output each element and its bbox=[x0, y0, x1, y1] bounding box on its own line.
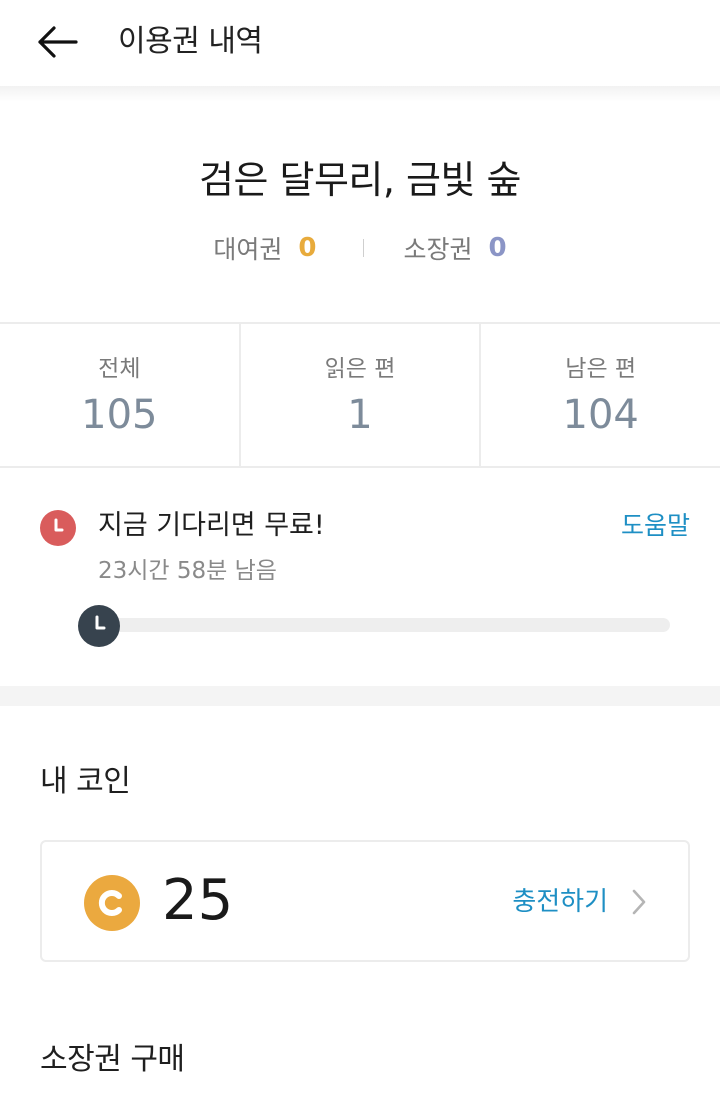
owned-ticket: 소장권 0 bbox=[404, 230, 507, 266]
header-shadow bbox=[0, 86, 720, 102]
progress-clock-icon bbox=[78, 605, 120, 647]
rental-ticket-count: 0 bbox=[298, 233, 317, 263]
stat-value: 1 bbox=[347, 392, 373, 438]
section-divider bbox=[0, 686, 720, 706]
stat-read: 읽은 편 1 bbox=[238, 324, 480, 466]
coin-balance-card: 25 충전하기 bbox=[40, 840, 690, 962]
charge-label: 충전하기 bbox=[512, 887, 608, 917]
stat-label: 읽은 편 bbox=[324, 356, 396, 382]
charge-button[interactable]: 충전하기 bbox=[512, 880, 648, 924]
chevron-right-icon bbox=[632, 889, 646, 915]
clock-icon bbox=[40, 510, 76, 546]
wait-free-section: 지금 기다리면 무료! 도움말 23시간 58분 남음 bbox=[0, 470, 720, 686]
stat-label: 남은 편 bbox=[565, 356, 637, 382]
episode-stats: 전체 105 읽은 편 1 남은 편 104 bbox=[0, 322, 720, 468]
coin-amount: 25 bbox=[162, 868, 234, 933]
rental-ticket-label: 대여권 bbox=[213, 235, 283, 264]
ticket-summary: 대여권 0 소장권 0 bbox=[0, 228, 720, 268]
purchase-heading: 소장권 구매 bbox=[40, 1042, 185, 1077]
ticket-divider bbox=[362, 239, 364, 257]
remaining-time: 23시간 58분 남음 bbox=[98, 558, 277, 584]
help-link[interactable]: 도움말 bbox=[621, 508, 690, 544]
stat-value: 105 bbox=[81, 392, 158, 438]
app-header: 이용권 내역 bbox=[0, 0, 720, 86]
coin-icon bbox=[84, 875, 140, 931]
my-coins-heading: 내 코인 bbox=[40, 764, 131, 799]
wait-free-title: 지금 기다리면 무료! bbox=[98, 510, 325, 541]
back-arrow-icon[interactable] bbox=[34, 22, 82, 62]
series-title: 검은 달무리, 금빛 숲 bbox=[199, 158, 522, 202]
rental-ticket: 대여권 0 bbox=[213, 230, 316, 266]
page-title: 이용권 내역 bbox=[118, 24, 263, 59]
wait-progress-track bbox=[86, 618, 670, 632]
stat-total: 전체 105 bbox=[0, 324, 239, 466]
stat-value: 104 bbox=[562, 392, 639, 438]
stat-remaining: 남은 편 104 bbox=[479, 324, 720, 466]
owned-ticket-count: 0 bbox=[488, 233, 507, 263]
stat-label: 전체 bbox=[98, 356, 141, 382]
owned-ticket-label: 소장권 bbox=[403, 235, 473, 264]
